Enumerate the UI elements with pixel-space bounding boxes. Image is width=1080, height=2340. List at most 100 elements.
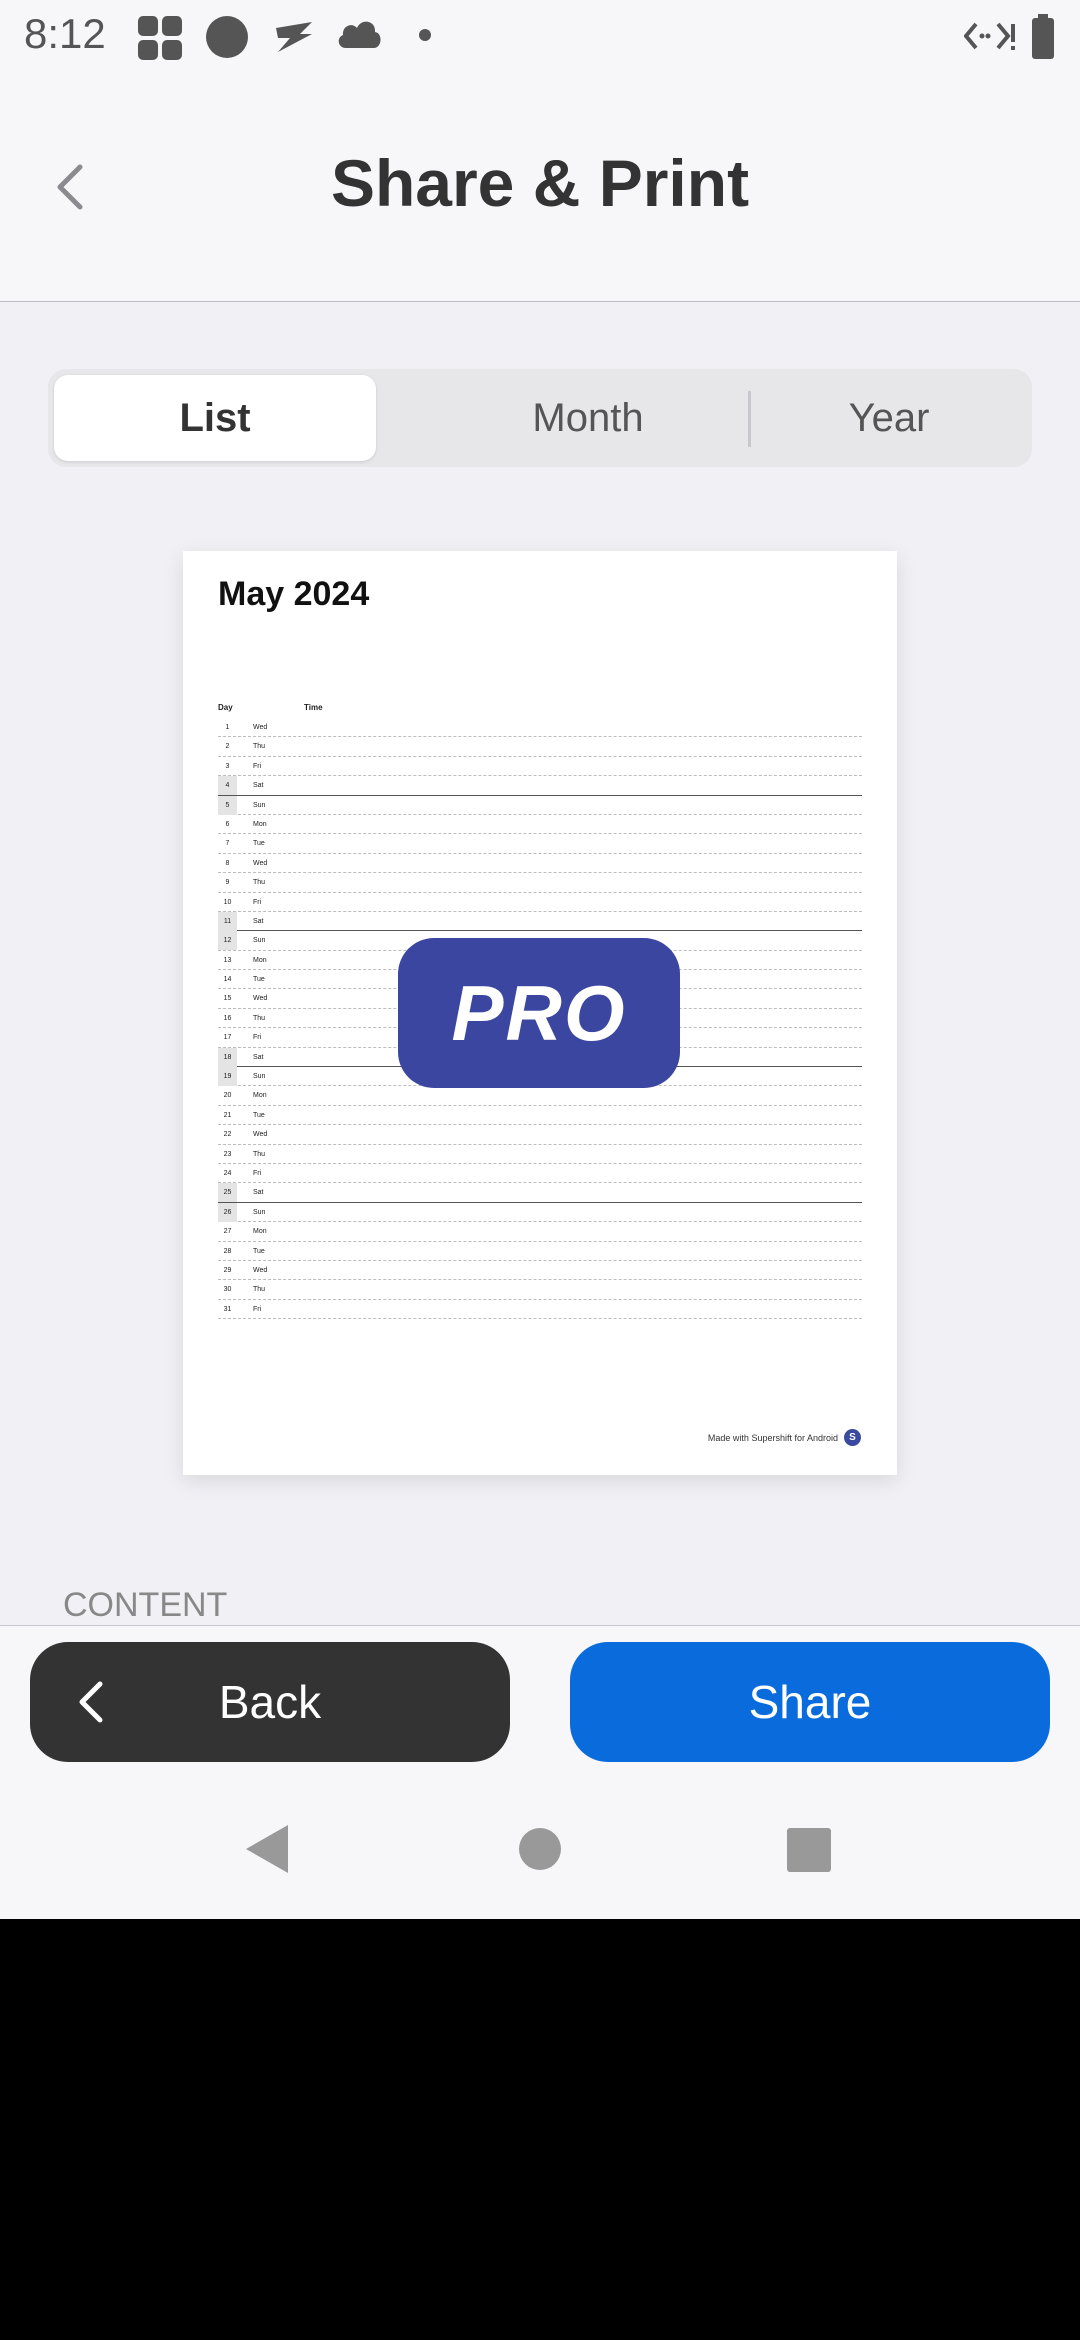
row-weekday: Thu (253, 879, 266, 887)
table-row: 1 Wed (218, 718, 862, 738)
row-weekday: Fri (253, 898, 262, 906)
row-weekday: Fri (253, 1305, 262, 1313)
section-label-content: CONTENT (63, 1586, 228, 1624)
row-day-number: 9 (225, 879, 230, 887)
table-row: 6 Mon (218, 815, 862, 835)
share-button[interactable]: Share (570, 1642, 1050, 1762)
table-row: 24 Fri (218, 1164, 862, 1184)
row-weekday: Sun (253, 801, 266, 809)
nav-recents-icon[interactable] (786, 1827, 832, 1873)
row-weekday: Sat (253, 917, 264, 925)
row-day-number: 23 (223, 1150, 232, 1158)
table-row: 29 Wed (218, 1261, 862, 1281)
tab-list[interactable]: List (54, 375, 376, 461)
row-day-number: 15 (223, 995, 232, 1003)
back-button[interactable]: Back (30, 1642, 510, 1762)
table-row: 22 Wed (218, 1125, 862, 1145)
segment-divider (748, 391, 751, 447)
tab-year[interactable]: Year (752, 375, 1026, 461)
header: Share & Print (0, 75, 1080, 302)
row-weekday: Sat (253, 1053, 264, 1061)
table-row: 10 Fri (218, 893, 862, 912)
row-weekday: Fri (253, 762, 262, 770)
row-day-number: 1 (225, 724, 230, 731)
row-day-number: 30 (223, 1286, 232, 1294)
status-bar: 8:12 (0, 0, 1080, 75)
row-day-number: 19 (218, 1067, 237, 1087)
table-row: 3 Fri (218, 757, 862, 777)
bottom-bar: Back Share (0, 1625, 1080, 1919)
row-day-number: 11 (218, 911, 237, 931)
nav-back-icon[interactable] (244, 1823, 290, 1875)
table-row: 25 Sat (218, 1183, 862, 1203)
row-day-number: 10 (223, 898, 232, 906)
row-weekday: Wed (253, 724, 268, 731)
row-weekday: Mon (253, 1228, 267, 1236)
row-weekday: Tue (253, 840, 265, 848)
row-day-number: 25 (218, 1183, 237, 1203)
row-day-number: 13 (223, 956, 232, 964)
row-day-number: 5 (218, 795, 237, 815)
row-weekday: Fri (253, 1034, 262, 1042)
preview-title: May 2024 (218, 575, 370, 613)
made-with-note: Made with Supershift for Android S (708, 1429, 861, 1446)
column-day-header: Day (218, 703, 233, 712)
row-day-number: 24 (223, 1169, 232, 1177)
pro-badge[interactable]: PRO (398, 938, 680, 1088)
row-day-number: 20 (223, 1092, 232, 1100)
table-row: 27 Mon (218, 1222, 862, 1242)
page-title: Share & Print (330, 146, 750, 220)
table-row: 5 Sun (218, 795, 862, 815)
row-weekday: Sat (253, 1189, 264, 1197)
row-day-number: 22 (223, 1131, 232, 1139)
row-weekday: Wed (253, 995, 268, 1003)
row-day-number: 7 (225, 840, 230, 848)
table-row: 8 Wed (218, 854, 862, 874)
table-row: 26 Sun (218, 1202, 862, 1223)
row-weekday: Mon (253, 956, 267, 964)
back-button-label: Back (218, 1676, 322, 1728)
table-row: 21 Tue (218, 1106, 862, 1126)
row-day-number: 31 (223, 1305, 232, 1313)
row-day-number: 12 (218, 931, 237, 951)
row-weekday: Wed (253, 1266, 268, 1274)
made-with-text: Made with Supershift for Android (707, 1432, 838, 1443)
status-time: 8:12 (24, 10, 106, 57)
row-day-number: 29 (223, 1266, 232, 1274)
row-day-number: 14 (223, 976, 232, 984)
row-weekday: Wed (253, 1131, 268, 1139)
row-weekday: Tue (253, 1247, 265, 1255)
table-row: 31 Fri (218, 1300, 862, 1320)
table-row: 30 Thu (218, 1280, 862, 1300)
table-row: 2 Thu (218, 737, 862, 757)
row-day-number: 2 (225, 743, 230, 751)
row-day-number: 8 (225, 859, 230, 867)
table-row: 11 Sat (218, 911, 862, 932)
row-weekday: Tue (253, 1111, 265, 1119)
row-day-number: 4 (218, 776, 237, 796)
row-weekday: Mon (253, 1092, 267, 1100)
row-day-number: 21 (223, 1111, 232, 1119)
row-weekday: Thu (253, 1150, 266, 1158)
table-row: 28 Tue (218, 1242, 862, 1261)
notification-dot-icon (419, 29, 431, 41)
row-weekday: Sun (253, 1073, 266, 1081)
row-day-number: 28 (223, 1247, 232, 1255)
row-weekday: Thu (253, 743, 266, 751)
tab-month[interactable]: Month (428, 375, 748, 461)
row-day-number: 18 (218, 1047, 237, 1067)
cloud-icon (338, 21, 381, 48)
table-row: 23 Thu (218, 1145, 862, 1164)
table-row: 4 Sat (218, 776, 862, 796)
chevron-left-icon (79, 1681, 103, 1723)
supershift-logo-icon: S (844, 1429, 861, 1446)
row-weekday: Sun (253, 1208, 266, 1216)
column-time-header: Time (304, 703, 323, 712)
nav-home-icon[interactable] (518, 1827, 562, 1871)
view-segmented-control: List Month Year (48, 369, 1032, 467)
row-weekday: Sun (253, 937, 266, 945)
system-nav-bar (0, 1801, 1080, 1919)
screen: 8:12 Share & Print List Month Year May 2… (0, 0, 1080, 1919)
row-weekday: Wed (253, 859, 268, 867)
circle-status-icon (206, 16, 248, 58)
